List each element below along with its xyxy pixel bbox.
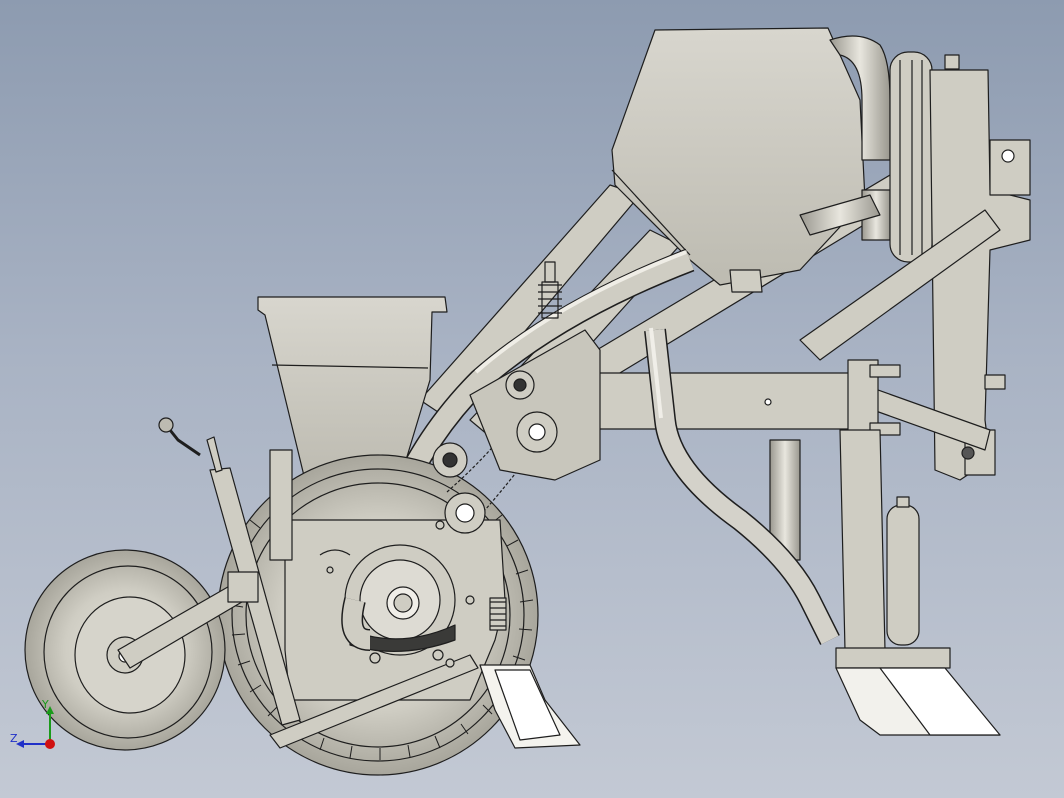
gas-canister — [886, 496, 920, 646]
front-furrow-opener — [479, 664, 581, 749]
orientation-triad: Y Z — [10, 698, 55, 749]
y-axis-label: Y — [41, 698, 49, 711]
seed-metering-unit — [284, 519, 506, 701]
x-axis-dot — [45, 739, 55, 749]
planter-assembly-model[interactable] — [0, 0, 1064, 798]
toolbar-beam — [587, 359, 901, 441]
graphics-viewport[interactable]: Y Z — [0, 0, 1064, 798]
z-axis-label: Z — [10, 732, 18, 745]
opener-spring — [489, 597, 507, 631]
rear-press-wheel — [889, 51, 933, 263]
